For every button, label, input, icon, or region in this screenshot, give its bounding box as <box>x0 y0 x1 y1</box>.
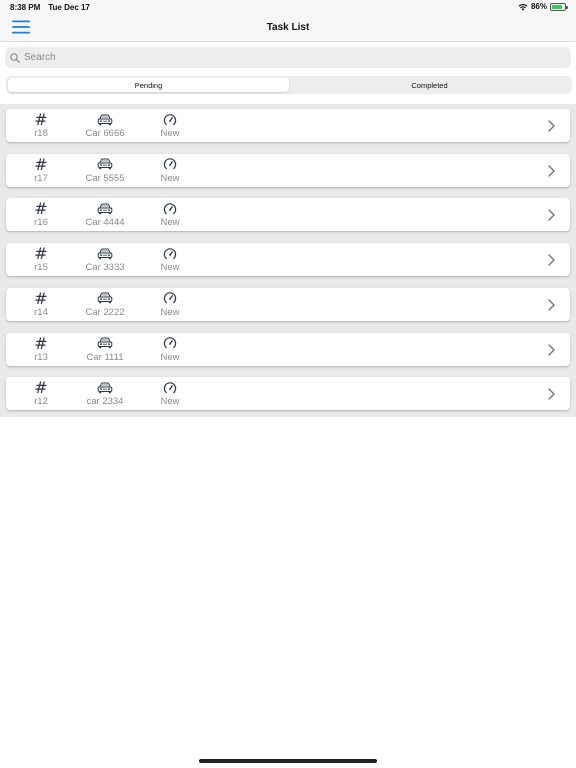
task-row[interactable]: # r18 Car 6666 New <box>6 109 570 142</box>
car-icon <box>97 382 113 393</box>
task-status-column: New <box>145 336 195 363</box>
status-right: 86% <box>518 2 568 11</box>
task-car-column: Car 5555 <box>80 157 130 184</box>
task-car: Car 3333 <box>85 262 125 274</box>
task-status-column: New <box>145 157 195 184</box>
battery-percent: 86% <box>530 2 547 11</box>
hash-icon: # <box>34 110 48 129</box>
hash-icon: # <box>34 199 48 219</box>
chevron-right-icon <box>548 209 555 222</box>
task-id: r12 <box>34 396 48 408</box>
status-date: Tue Dec 17 <box>48 3 90 12</box>
task-id: r13 <box>34 351 48 363</box>
task-id-column: # r15 <box>16 244 66 274</box>
chevron-right-icon <box>548 299 555 311</box>
car-icon <box>97 337 113 349</box>
task-id-column: # r12 <box>16 378 66 408</box>
task-status-column: New <box>145 112 195 139</box>
task-id: r15 <box>34 262 48 274</box>
task-id-column: # r14 <box>16 288 66 318</box>
car-icon <box>97 248 113 259</box>
chevron-right-icon <box>548 120 555 132</box>
task-status: New <box>160 262 180 274</box>
nav-bar: Task List <box>0 14 576 42</box>
task-car: Car 2222 <box>85 306 125 318</box>
task-status: New <box>160 351 180 363</box>
task-row[interactable]: # r16 Car 4444 New <box>6 198 570 232</box>
gauge-icon <box>163 247 177 259</box>
car-icon <box>97 203 113 215</box>
status-bar: 8:38 PM Tue Dec 17 86% <box>0 0 576 14</box>
task-row[interactable]: # r13 Car 1111 New <box>6 332 570 366</box>
hash-icon: # <box>34 333 48 353</box>
task-car: Car 4444 <box>85 217 125 229</box>
task-row[interactable]: # r17 Car 5555 New <box>6 153 570 187</box>
task-id: r16 <box>34 217 48 229</box>
gauge-icon <box>163 113 177 125</box>
task-list: # r18 Car 6666 New # r17 Car 5555 New # … <box>0 104 576 417</box>
search-icon <box>10 52 20 63</box>
task-car-column: car 2334 <box>80 380 130 407</box>
task-car: Car 6666 <box>85 128 125 139</box>
task-status: New <box>160 217 180 229</box>
task-status: New <box>160 306 180 318</box>
chevron-right-icon <box>548 388 555 400</box>
task-status-column: New <box>145 246 195 273</box>
chevron-right-icon <box>548 343 555 356</box>
gauge-icon <box>163 292 177 304</box>
search-bar[interactable] <box>5 47 571 68</box>
battery-fill <box>552 4 563 9</box>
segment-completed[interactable]: Completed <box>289 78 570 92</box>
gauge-icon <box>163 158 177 170</box>
task-id: r18 <box>34 128 48 139</box>
task-car-column: Car 1111 <box>80 336 130 363</box>
task-car-column: Car 3333 <box>80 246 130 273</box>
task-row[interactable]: # r15 Car 3333 New <box>6 243 570 277</box>
task-car-column: Car 6666 <box>80 112 130 139</box>
home-indicator <box>199 759 377 763</box>
task-status-column: New <box>145 201 195 228</box>
hash-icon: # <box>34 378 48 398</box>
battery-icon <box>550 2 568 11</box>
chevron-right-icon <box>548 165 555 177</box>
task-id-column: # r17 <box>16 154 66 184</box>
task-status: New <box>160 128 180 139</box>
hash-icon: # <box>34 244 48 264</box>
task-id: r17 <box>34 172 48 184</box>
page-title: Task List <box>266 22 310 33</box>
task-row[interactable]: # r12 car 2334 New <box>6 377 570 411</box>
gauge-icon <box>163 381 177 393</box>
search-input[interactable] <box>24 52 544 63</box>
wifi-icon <box>518 3 528 10</box>
car-icon <box>97 158 113 170</box>
status-time: 8:38 PM <box>10 3 41 12</box>
gauge-icon <box>163 337 177 349</box>
task-car: Car 1111 <box>86 351 124 363</box>
car-icon <box>97 292 113 304</box>
hash-icon: # <box>34 154 48 174</box>
task-status-column: New <box>145 291 195 318</box>
segment-pending[interactable]: Pending <box>8 78 289 92</box>
car-icon <box>97 114 113 125</box>
task-car-column: Car 2222 <box>80 291 130 318</box>
chevron-right-icon <box>548 254 555 266</box>
task-id-column: # r18 <box>16 110 66 140</box>
status-left: 8:38 PM Tue Dec 17 <box>10 3 90 12</box>
task-id-column: # r13 <box>16 333 66 363</box>
task-status: New <box>160 396 180 408</box>
task-car: car 2334 <box>86 396 124 408</box>
task-id: r14 <box>34 306 48 318</box>
task-row[interactable]: # r14 Car 2222 New <box>6 287 570 321</box>
gauge-icon <box>163 203 177 215</box>
task-id-column: # r16 <box>16 199 66 229</box>
task-car: Car 5555 <box>85 172 125 184</box>
task-status-column: New <box>145 380 195 407</box>
segmented-control: Pending Completed <box>6 76 572 94</box>
hash-icon: # <box>34 288 48 308</box>
task-car-column: Car 4444 <box>80 201 130 228</box>
task-status: New <box>160 172 180 184</box>
